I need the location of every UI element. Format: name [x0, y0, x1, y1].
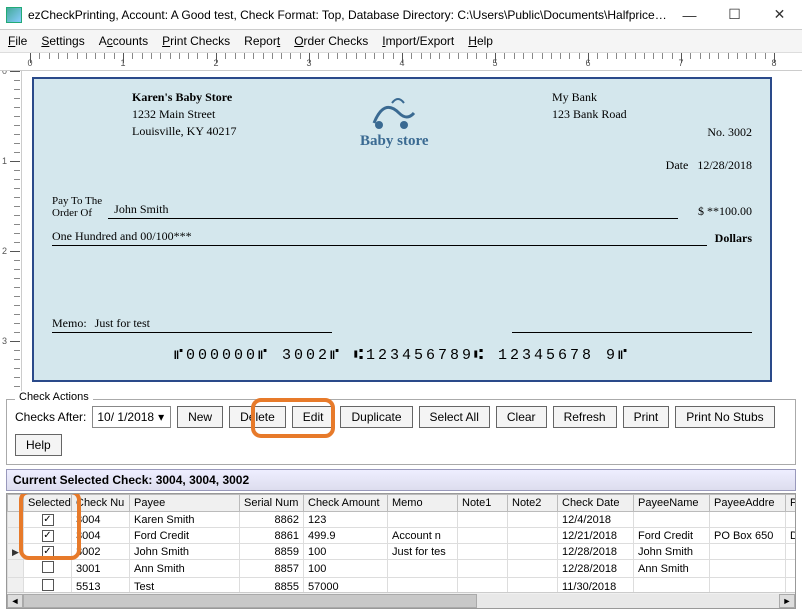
row-selected-checkbox[interactable]: ✓	[42, 514, 54, 526]
refresh-button[interactable]: Refresh	[553, 406, 617, 428]
row-selected-checkbox[interactable]: ✓	[42, 530, 54, 542]
sender-block: Karen's Baby Store 1232 Main Street Loui…	[132, 89, 237, 173]
clear-button[interactable]: Clear	[496, 406, 547, 428]
check-number: 3002	[728, 125, 752, 139]
baby-logo-icon	[364, 93, 424, 133]
date-dropdown-icon[interactable]: ▾	[154, 410, 168, 424]
table-row[interactable]: 3001Ann Smith885710012/28/2018Ann Smith	[8, 560, 797, 578]
checks-after-label: Checks After:	[15, 410, 86, 424]
table-row[interactable]: ✓3004Karen Smith886212312/4/2018	[8, 512, 797, 528]
row-selected-checkbox[interactable]	[42, 561, 54, 573]
duplicate-button[interactable]: Duplicate	[340, 406, 412, 428]
menu-bar: File Settings Accounts Print Checks Repo…	[0, 30, 802, 53]
close-button[interactable]: ✕	[757, 0, 802, 30]
window-title: ezCheckPrinting, Account: A Good test, C…	[28, 8, 667, 22]
menu-accounts[interactable]: Accounts	[99, 34, 148, 48]
bank-block: My Bank 123 Bank Road	[552, 89, 752, 123]
horizontal-ruler: 012345678	[0, 53, 802, 71]
col-memo[interactable]: Memo	[388, 495, 458, 512]
maximize-button[interactable]: ☐	[712, 0, 757, 30]
signature-line	[512, 319, 752, 333]
col-p[interactable]: P	[786, 495, 797, 512]
menu-order-checks[interactable]: Order Checks	[294, 34, 368, 48]
row-selected-checkbox[interactable]: ✓	[42, 546, 54, 558]
vertical-ruler: 0123	[0, 71, 22, 391]
current-selected-line: Current Selected Check: 3004, 3004, 3002	[6, 469, 796, 491]
grid-header-row: Selected Check Nu Payee Serial Num Check…	[8, 495, 797, 512]
help-button[interactable]: Help	[15, 434, 62, 456]
bank-name: My Bank	[552, 89, 752, 106]
col-payee-addr[interactable]: PayeeAddre	[710, 495, 786, 512]
scroll-right-icon[interactable]: ►	[779, 594, 795, 608]
check-preview-area: 0123 Karen's Baby Store 1232 Main Street…	[0, 71, 802, 391]
col-note1[interactable]: Note1	[458, 495, 508, 512]
col-payee-name[interactable]: PayeeName	[634, 495, 710, 512]
col-payee[interactable]: Payee	[130, 495, 240, 512]
menu-print-checks[interactable]: Print Checks	[162, 34, 230, 48]
col-check-nu[interactable]: Check Nu	[72, 495, 130, 512]
menu-import-export[interactable]: Import/Export	[382, 34, 454, 48]
scroll-thumb[interactable]	[23, 594, 477, 608]
delete-button[interactable]: Delete	[229, 406, 286, 428]
new-button[interactable]: New	[177, 406, 223, 428]
bank-address: 123 Bank Road	[552, 106, 752, 123]
memo-text: Just for test	[95, 316, 150, 331]
menu-help[interactable]: Help	[468, 34, 493, 48]
written-amount: One Hundred and 00/100***	[52, 229, 707, 246]
payee-name: John Smith	[108, 202, 678, 219]
scroll-left-icon[interactable]: ◄	[7, 594, 23, 608]
check-amount: $ **100.00	[698, 204, 752, 219]
check-date-block: Date 12/28/2018	[552, 158, 752, 173]
horizontal-scrollbar[interactable]: ◄ ►	[7, 592, 795, 608]
edit-button[interactable]: Edit	[292, 406, 335, 428]
col-selected[interactable]: Selected	[24, 495, 72, 512]
row-header	[8, 512, 24, 528]
row-header: ▶	[8, 544, 24, 560]
col-note2[interactable]: Note2	[508, 495, 558, 512]
dollars-label: Dollars	[715, 231, 752, 246]
micr-line: ⑈000000⑈ 3002⑈ ⑆123456789⑆ 12345678 9⑈	[52, 347, 752, 364]
checks-after-date-value: 10/ 1/2018	[97, 410, 154, 424]
checks-grid[interactable]: Selected Check Nu Payee Serial Num Check…	[6, 493, 796, 609]
window-titlebar: ezCheckPrinting, Account: A Good test, C…	[0, 0, 802, 30]
menu-settings[interactable]: Settings	[41, 34, 84, 48]
check-actions-group: Check Actions Checks After: 10/ 1/2018 ▾…	[6, 399, 796, 465]
logo-text: Baby store	[360, 133, 428, 150]
check-number-block: No. 3002	[552, 125, 752, 140]
check-date: 12/28/2018	[697, 158, 752, 172]
minimize-button[interactable]: —	[667, 0, 712, 30]
check-logo: Baby store	[334, 93, 454, 173]
sender-address-1: 1232 Main Street	[132, 106, 237, 123]
select-all-button[interactable]: Select All	[419, 406, 490, 428]
sender-address-2: Louisville, KY 40217	[132, 123, 237, 140]
row-header	[8, 528, 24, 544]
print-button[interactable]: Print	[623, 406, 670, 428]
table-row[interactable]: ✓3004Ford Credit8861499.9Account n12/21/…	[8, 528, 797, 544]
menu-file[interactable]: File	[8, 34, 27, 48]
checks-after-date-input[interactable]: 10/ 1/2018 ▾	[92, 406, 171, 428]
row-selected-checkbox[interactable]	[42, 579, 54, 591]
row-header	[8, 560, 24, 578]
menu-report[interactable]: Report	[244, 34, 280, 48]
memo-label: Memo:	[52, 316, 87, 331]
app-icon	[6, 7, 22, 23]
pay-to-label: Pay To The Order Of	[52, 195, 102, 219]
col-check-date[interactable]: Check Date	[558, 495, 634, 512]
sender-name: Karen's Baby Store	[132, 89, 237, 106]
col-serial[interactable]: Serial Num	[240, 495, 304, 512]
print-no-stubs-button[interactable]: Print No Stubs	[675, 406, 774, 428]
check-preview: Karen's Baby Store 1232 Main Street Loui…	[32, 77, 772, 382]
table-row[interactable]: ▶✓3002John Smith8859100Just for tes12/28…	[8, 544, 797, 560]
actions-legend: Check Actions	[15, 391, 93, 403]
col-amount[interactable]: Check Amount	[304, 495, 388, 512]
